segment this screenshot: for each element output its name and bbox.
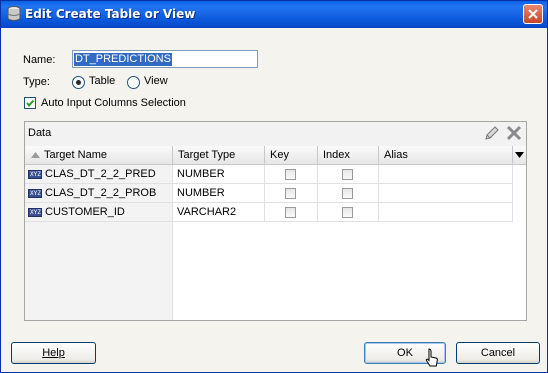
cancel-button[interactable]: Cancel [456,342,540,364]
close-icon [528,9,538,19]
data-panel-title: Data [28,127,52,139]
table-row[interactable]: XYZ CLAS_DT_2_2_PRED NUMBER [25,165,513,184]
target-name-value: CUSTOMER_ID [45,206,125,218]
table-row[interactable]: XYZ CLAS_DT_2_2_PROB NUMBER [25,184,513,203]
help-button[interactable]: Help [11,342,96,364]
key-checkbox[interactable] [285,207,296,218]
target-name-value: CLAS_DT_2_2_PROB [45,187,157,199]
cancel-button-label: Cancel [480,347,516,359]
column-header-label: Key [270,149,289,161]
auto-input-label[interactable]: Auto Input Columns Selection [41,97,186,109]
mouse-cursor-icon [425,348,438,367]
column-header-label: Target Name [44,149,107,161]
name-label: Name: [23,54,56,66]
target-type-cell[interactable]: NUMBER [173,165,265,184]
target-type-cell[interactable]: VARCHAR2 [173,203,265,222]
target-name-value: CLAS_DT_2_2_PRED [45,168,156,180]
type-table-label[interactable]: Table [89,75,115,87]
key-cell [265,203,318,222]
target-name-cell: XYZ CUSTOMER_ID [25,203,173,222]
delete-icon[interactable] [506,125,522,141]
name-input[interactable]: DT_PREDICTIONS [72,50,258,68]
dialog-window: Edit Create Table or View Name: DT_PREDI… [0,0,548,373]
grid-header: Target Name Target Type Key Index Alias [25,146,526,165]
target-name-cell: XYZ CLAS_DT_2_2_PROB [25,184,173,203]
xyz-column-icon: XYZ [28,170,42,179]
name-input-value: DT_PREDICTIONS [74,53,172,66]
index-cell [318,184,379,203]
key-checkbox[interactable] [285,169,296,180]
checkmark-icon [26,99,35,108]
alias-cell[interactable] [379,184,513,203]
radio-selected-dot [76,80,81,85]
type-view-radio[interactable] [127,76,140,89]
key-checkbox[interactable] [285,188,296,199]
column-header-label: Index [323,149,350,161]
type-table-radio[interactable] [72,76,85,89]
help-button-label: Help [42,347,65,359]
column-header-label: Alias [384,149,408,161]
target-name-cell: XYZ CLAS_DT_2_2_PRED [25,165,173,184]
column-menu-icon[interactable] [515,152,524,158]
pencil-icon[interactable] [484,125,500,141]
ok-button-label: OK [397,347,413,359]
column-header-label: Target Type [178,149,236,161]
target-type-cell[interactable]: NUMBER [173,184,265,203]
column-header-index[interactable]: Index [318,146,379,164]
title-bar[interactable]: Edit Create Table or View [1,1,547,28]
column-header-key[interactable]: Key [265,146,318,164]
index-checkbox[interactable] [342,169,353,180]
type-view-label[interactable]: View [144,75,168,87]
xyz-column-icon: XYZ [28,208,42,217]
column-header-target-name[interactable]: Target Name [25,146,173,164]
sort-ascending-icon [31,152,40,158]
row-header-fill [25,222,173,320]
index-cell [318,165,379,184]
index-checkbox[interactable] [342,207,353,218]
data-panel-header: Data [25,122,526,147]
database-icon [7,6,21,21]
index-cell [318,203,379,222]
data-panel: Data Target Name Target Type Key Index A… [24,121,527,321]
type-label: Type: [23,76,50,88]
key-cell [265,165,318,184]
column-header-target-type[interactable]: Target Type [173,146,265,164]
window-title: Edit Create Table or View [25,7,196,21]
close-button[interactable] [523,4,543,24]
xyz-column-icon: XYZ [28,189,42,198]
alias-cell[interactable] [379,165,513,184]
key-cell [265,184,318,203]
alias-cell[interactable] [379,203,513,222]
auto-input-checkbox[interactable] [24,97,36,109]
table-row[interactable]: XYZ CUSTOMER_ID VARCHAR2 [25,203,513,222]
index-checkbox[interactable] [342,188,353,199]
column-header-alias[interactable]: Alias [379,146,513,164]
